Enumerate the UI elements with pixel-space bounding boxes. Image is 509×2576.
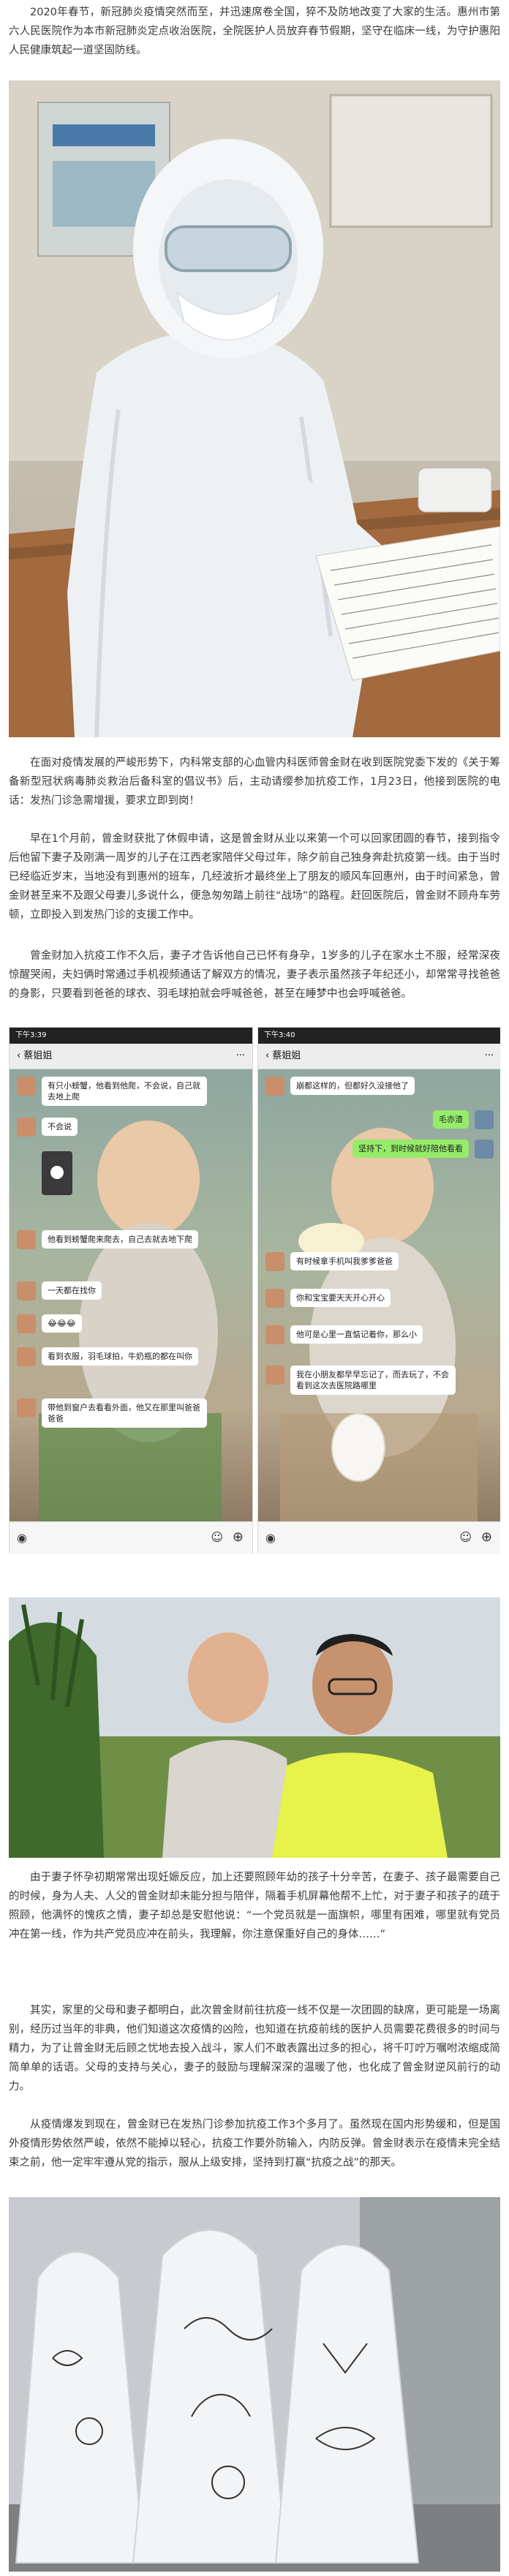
chat-bubble: 有时候拿手机叫我爹爹爸爸 xyxy=(290,1252,399,1270)
chat-message: 😂😂😂 xyxy=(17,1314,82,1333)
chat-bubble: 一天都在找你 xyxy=(42,1281,102,1300)
chat-bubble: 我在小朋友都早早忘记了，而去玩了，不会看到这次去医院路哪里 xyxy=(290,1366,456,1395)
chat-message: 他看到螃蟹爬来爬去，自己去就去地下爬 xyxy=(17,1230,198,1249)
chat-header: ‹ 蔡姐姐 ··· xyxy=(10,1044,252,1069)
chat-bubble: 他看到螃蟹爬来爬去，自己去就去地下爬 xyxy=(42,1230,198,1249)
chat-message: 我在小朋友都早早忘记了，而去玩了，不会看到这次去医院路哪里 xyxy=(265,1366,456,1395)
chat-message: 有只小螃蟹，他看到他爬，不会说，自己就去地上爬 xyxy=(17,1077,207,1106)
chat-bubble: 看到衣服，羽毛球拍，牛奶瓶的都在叫你 xyxy=(42,1347,198,1366)
plus-icon[interactable]: ⊕ xyxy=(233,1529,244,1545)
chat-message: 你和宝宝要天天开心开心 xyxy=(265,1289,391,1308)
chat-bubble: 你和宝宝要天天开心开心 xyxy=(290,1289,391,1307)
selfie-illustration xyxy=(9,1597,500,1858)
plus-icon[interactable]: ⊕ xyxy=(481,1529,492,1545)
cartoon-sticker xyxy=(331,1413,385,1482)
chat-message: 看到衣服，羽毛球拍，牛奶瓶的都在叫你 xyxy=(17,1347,198,1366)
article-paragraph-6: 其实，家里的父母和妻子都明白，此次曾金财前往抗疫一线不仅是一次团圆的缺席，更可能… xyxy=(9,2005,500,2093)
chat-message: 坚持下，到时候就好陪他看看 xyxy=(352,1140,494,1159)
chat-header: ‹ 蔡姐姐 ··· xyxy=(258,1044,500,1069)
chat-message: 崩都这样的，但都好久没接他了 xyxy=(265,1077,415,1096)
doctor-photo-illustration xyxy=(9,80,500,737)
chat-body: 有只小螃蟹，他看到他爬，不会说，自己就去地上爬 不会说 他看到螃蟹爬来爬去，自己… xyxy=(10,1069,252,1522)
chat-bubble: 带他到窗户去看看外面，他又在那里叫爸爸爸爸 xyxy=(42,1398,207,1428)
chat-message: 带他到窗户去看看外面，他又在那里叫爸爸爸爸 xyxy=(17,1398,207,1428)
emoji-icon[interactable]: ☺ xyxy=(211,1530,223,1544)
chat-input-bar: ◉ ☺ ⊕ xyxy=(10,1521,252,1553)
more-icon[interactable]: ··· xyxy=(485,1044,494,1069)
protective-suits-photo xyxy=(9,2197,500,2572)
avatar xyxy=(17,1118,36,1137)
chat-bubble: 毛亦渣 xyxy=(433,1110,469,1129)
article-paragraph-5: 由于妻子怀孕初期常常出现妊娠反应，加上还要照顾年幼的孩子十分辛苦，在妻子、孩子最… xyxy=(9,1872,500,1940)
chat-message: 有时候拿手机叫我爹爹爸爸 xyxy=(265,1252,399,1271)
chat-bubble: 崩都这样的，但都好久没接他了 xyxy=(290,1077,415,1095)
chat-input-bar: ◉ ☺ ⊕ xyxy=(258,1521,500,1553)
chat-bubble: 😂😂😂 xyxy=(42,1314,82,1333)
avatar xyxy=(17,1398,36,1417)
article-paragraph-4: 曾金财加入抗疫工作不久后，妻子才告诉他自己已怀有身孕，1岁多的儿子在家水土不服，… xyxy=(9,950,500,1000)
video-thumbnail[interactable] xyxy=(42,1151,72,1195)
chat-body: 崩都这样的，但都好久没接他了 毛亦渣 坚持下，到时候就好陪他看看 有时候拿手机叫… xyxy=(258,1069,500,1522)
avatar xyxy=(475,1140,494,1159)
chat-screenshots: 下午3:39 ‹ 蔡姐姐 ··· 有只小螃蟹，他看到他爬，不会说，自己就去地上爬… xyxy=(9,1027,500,1553)
play-icon xyxy=(50,1166,64,1179)
article-paragraph-7: 从疫情爆发到现在，曾金财已在发热门诊参加抗疫工作3个多月了。虽然现在国内形势缓和… xyxy=(9,2119,500,2169)
chat-message: 一天都在找你 xyxy=(17,1281,102,1300)
chat-contact-name: 蔡姐姐 xyxy=(23,1050,53,1061)
article-paragraph-2: 在面对疫情发展的严峻形势下，内科常支部的心血管内科医师曾金财在收到医院党委下发的… xyxy=(9,757,500,807)
voice-icon[interactable]: ◉ xyxy=(265,1531,276,1545)
chat-message: 不会说 xyxy=(17,1118,78,1137)
avatar xyxy=(17,1077,36,1096)
chat-message: 他可是心里一直惦记着你，那么小 xyxy=(265,1325,423,1344)
article-paragraph-3: 早在1个月前，曾金财获批了休假申请，这是曾金财从业以来第一个可以回家团圆的春节，… xyxy=(9,833,500,921)
avatar xyxy=(17,1347,36,1366)
avatar xyxy=(475,1110,494,1129)
avatar xyxy=(265,1252,284,1271)
avatar xyxy=(265,1366,284,1385)
back-arrow-icon[interactable]: ‹ xyxy=(265,1050,272,1061)
status-bar: 下午3:39 xyxy=(10,1028,252,1044)
avatar xyxy=(17,1230,36,1249)
avatar xyxy=(17,1314,36,1333)
voice-icon[interactable]: ◉ xyxy=(17,1531,27,1545)
avatar xyxy=(265,1289,284,1308)
chat-bubble: 他可是心里一直惦记着你，那么小 xyxy=(290,1325,423,1344)
chat-contact-name: 蔡姐姐 xyxy=(272,1050,301,1061)
chat-message: 毛亦渣 xyxy=(433,1110,494,1129)
avatar xyxy=(265,1325,284,1344)
more-icon[interactable]: ··· xyxy=(236,1044,245,1069)
avatar xyxy=(17,1281,36,1300)
chat-bubble: 坚持下，到时候就好陪他看看 xyxy=(352,1140,469,1158)
article-paragraph-1: 2020年春节，新冠肺炎疫情突然而至，并迅速席卷全国，猝不及防地改变了大家的生活… xyxy=(9,7,500,56)
emoji-icon[interactable]: ☺ xyxy=(459,1530,472,1544)
chat-screenshot-right: 下午3:40 ‹ 蔡姐姐 ··· 崩都这样的，但都好久没接他了 毛亦渣 坚持下，… xyxy=(257,1027,500,1553)
chat-bubble: 有只小螃蟹，他看到他爬，不会说，自己就去地上爬 xyxy=(42,1077,207,1106)
avatar xyxy=(265,1077,284,1096)
doctor-photo xyxy=(9,80,500,737)
suits-illustration xyxy=(9,2197,500,2572)
chat-bubble: 不会说 xyxy=(42,1118,78,1136)
chat-screenshot-left: 下午3:39 ‹ 蔡姐姐 ··· 有只小螃蟹，他看到他爬，不会说，自己就去地上爬… xyxy=(9,1027,253,1553)
back-arrow-icon[interactable]: ‹ xyxy=(17,1050,23,1061)
status-bar: 下午3:40 xyxy=(258,1028,500,1044)
family-selfie-photo xyxy=(9,1597,500,1858)
